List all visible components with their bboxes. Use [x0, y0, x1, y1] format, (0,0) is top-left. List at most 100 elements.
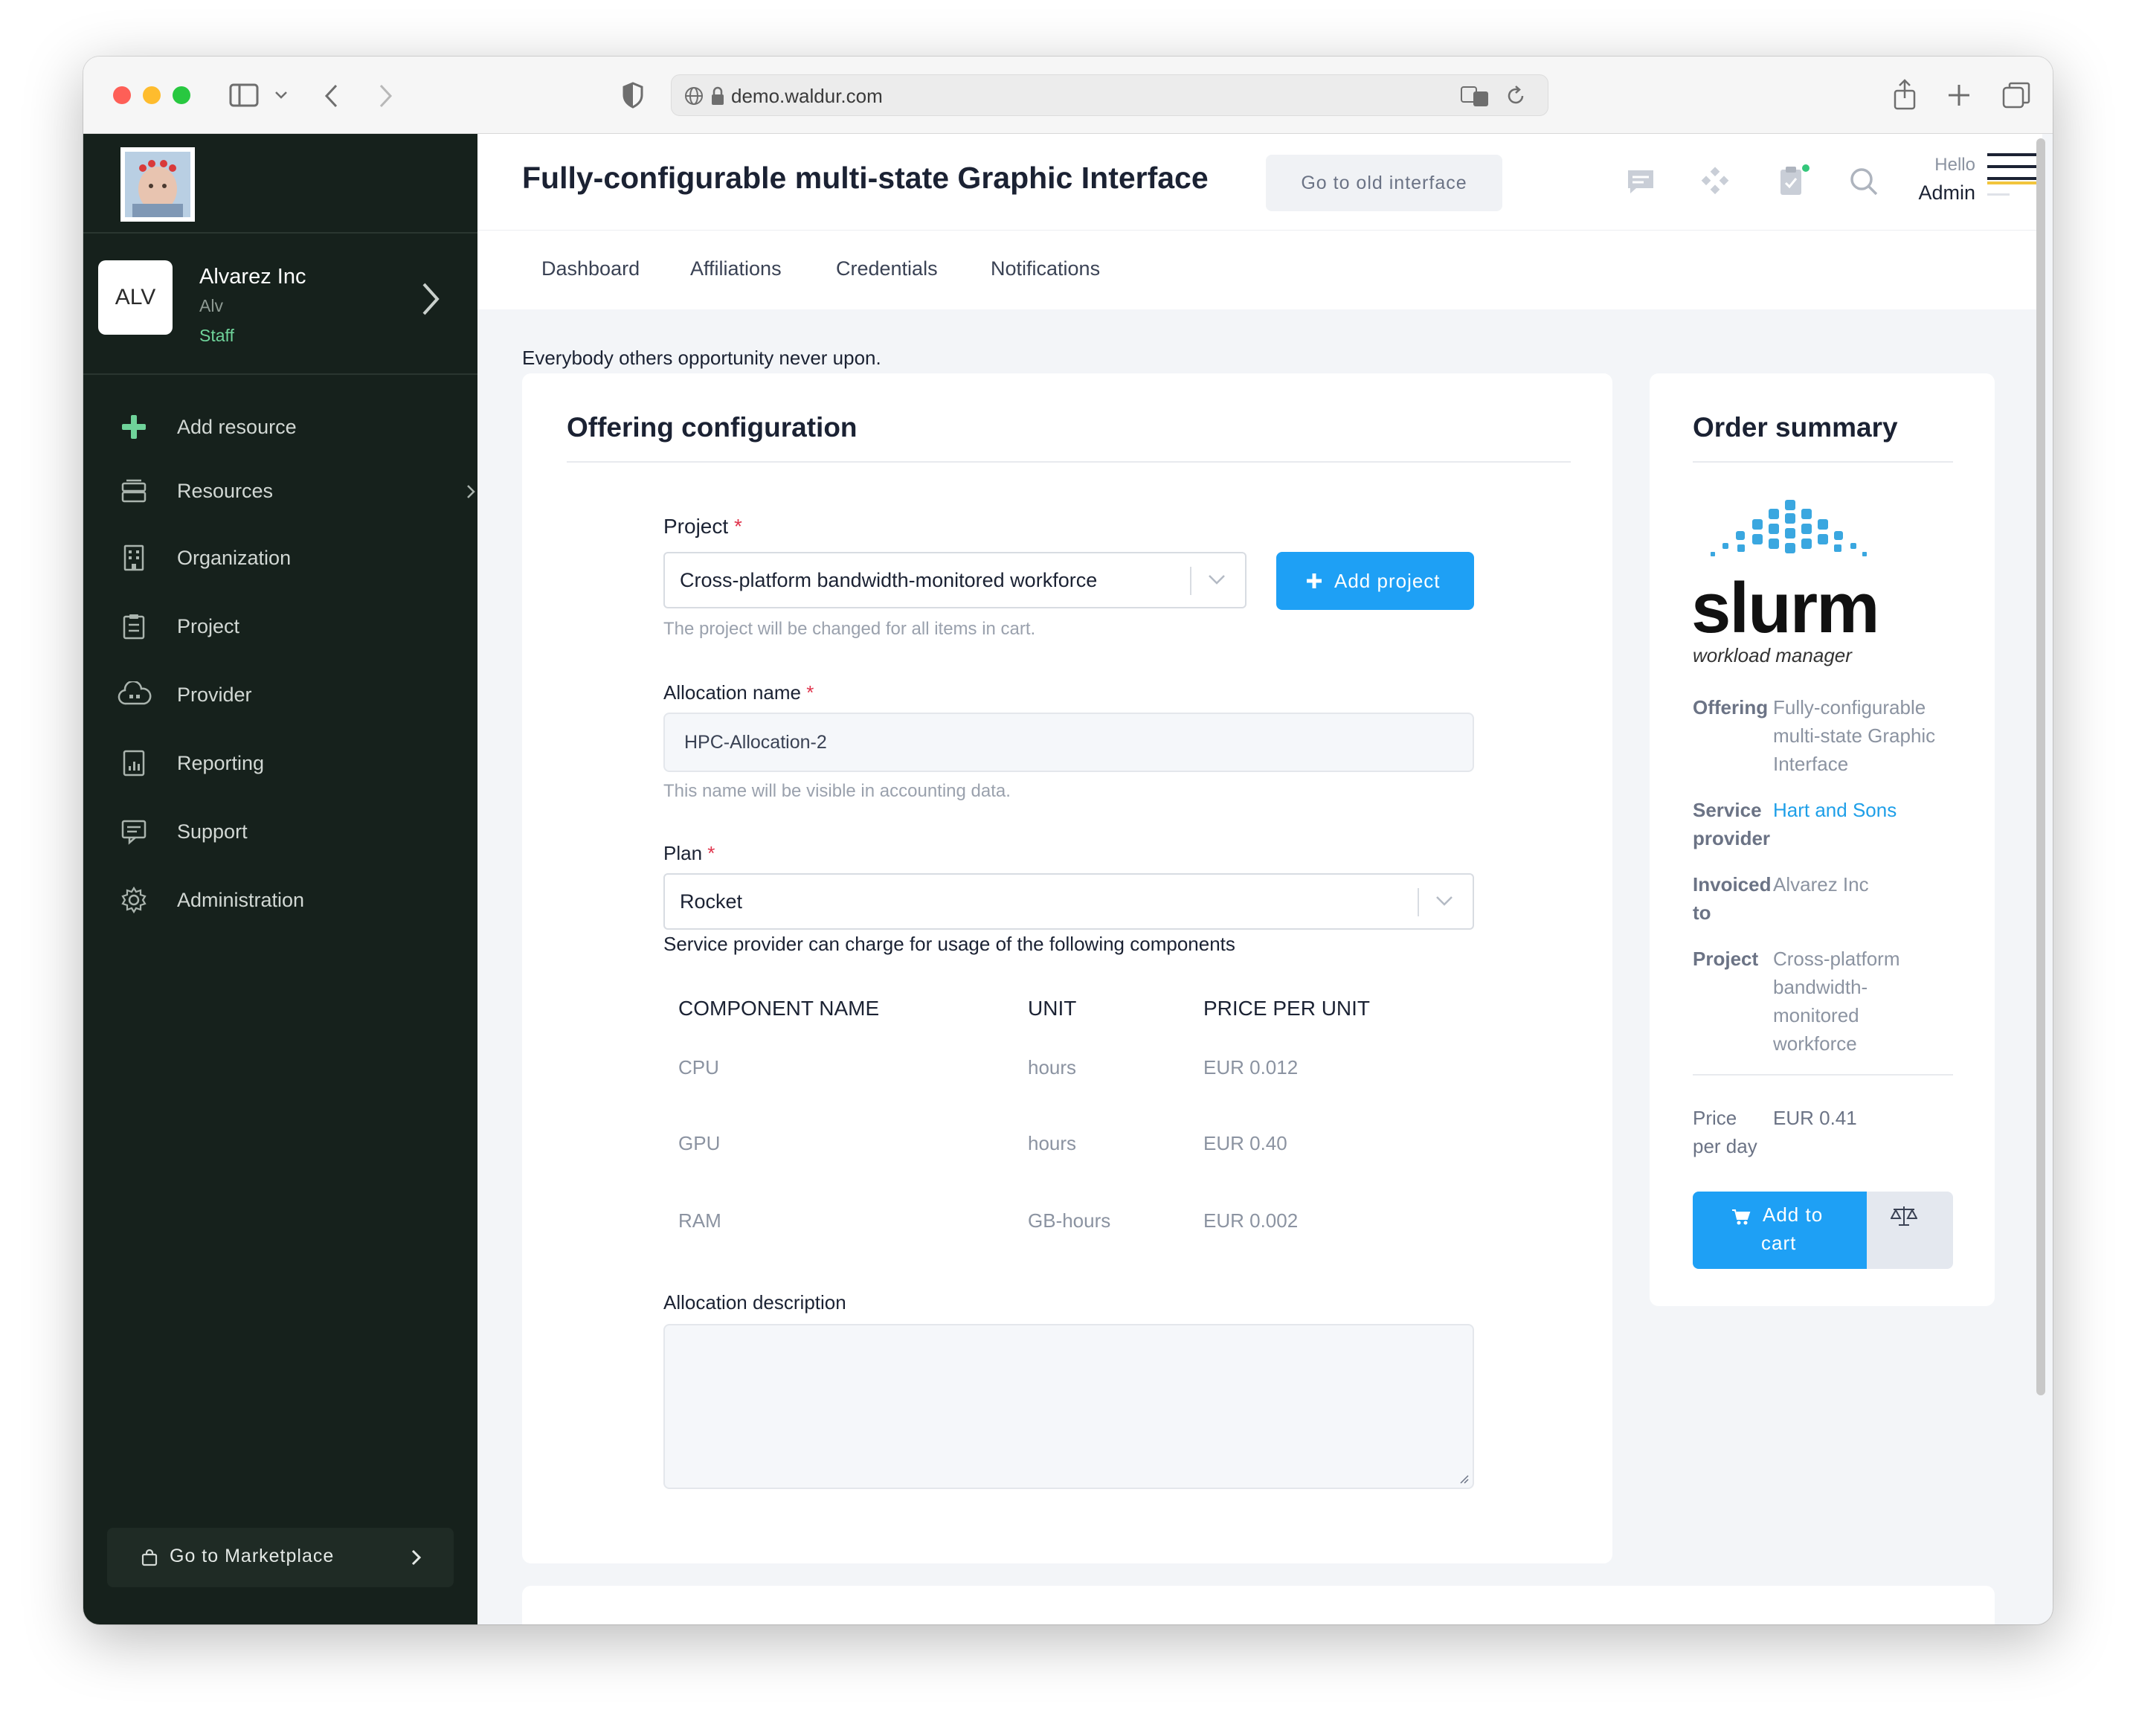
summary-offering-value: Fully-configurable [1773, 696, 1926, 718]
add-to-cart-button[interactable]: Add to cart [1693, 1192, 1867, 1269]
summary-price-key: Price [1693, 1107, 1737, 1129]
summary-provider-key: provider [1693, 827, 1771, 849]
sidebar-item-label: Administration [177, 889, 305, 911]
summary-project-value: bandwidth- [1773, 976, 1868, 998]
plus-icon [122, 415, 146, 439]
tab-affiliations[interactable]: Affiliations [690, 257, 782, 280]
summary-offering-value: Interface [1773, 753, 1849, 775]
allocation-description-textarea[interactable] [663, 1324, 1474, 1489]
sidebar-item-provider[interactable]: Provider [118, 672, 448, 717]
table-cell: hours [1028, 1056, 1077, 1078]
role-badge: Staff [199, 326, 234, 345]
hello-label: Hello [1934, 155, 1975, 175]
balance-scale-icon [1891, 1206, 1917, 1226]
select-separator [1418, 888, 1419, 916]
back-icon[interactable] [323, 83, 341, 109]
project-select-value: Cross-platform bandwidth-monitored workf… [680, 569, 1098, 591]
table-header-unit: UNIT [1028, 997, 1077, 1020]
summary-project-value: Cross-platform [1773, 948, 1900, 970]
select-separator [1190, 567, 1191, 595]
plan-select[interactable]: Rocket [663, 873, 1474, 930]
project-help-text: The project will be changed for all item… [663, 619, 1036, 639]
tab-credentials[interactable]: Credentials [836, 257, 938, 280]
sidebar-item-reporting[interactable]: Reporting [120, 741, 448, 785]
summary-offering-value: multi-state Graphic [1773, 724, 1936, 747]
sidebar-item-label: Add resource [177, 416, 297, 438]
shield-icon[interactable] [622, 82, 644, 109]
tabs-overview-icon[interactable] [2002, 82, 2030, 109]
order-summary-title: Order summary [1693, 412, 1898, 443]
project-label: Project * [663, 515, 742, 538]
plan-components-note: Service provider can charge for usage of… [663, 933, 1235, 955]
page-header: Fully-configurable multi-state Graphic I… [477, 134, 2042, 231]
search-icon[interactable] [1849, 167, 1879, 196]
organization-badge[interactable]: ALV [98, 260, 173, 335]
sidebar-toggle-icon[interactable] [229, 83, 259, 107]
sidebar-item-label: Support [177, 820, 248, 843]
forward-icon[interactable] [376, 83, 394, 109]
tab-dashboard[interactable]: Dashboard [541, 257, 640, 280]
chevron-right-icon[interactable] [419, 281, 442, 317]
card-divider [567, 461, 1571, 463]
table-cell: GB-hours [1028, 1209, 1111, 1232]
order-summary-card: Order summary slurm workload manager Off… [1650, 373, 1995, 1306]
organization-logo[interactable] [120, 147, 195, 222]
page-scrollbar[interactable] [2036, 138, 2045, 1395]
summary-project-key: Project [1693, 948, 1759, 970]
share-icon[interactable] [1892, 79, 1917, 110]
page-title: Fully-configurable multi-state Graphic I… [522, 161, 1209, 195]
user-name[interactable]: Admin [1891, 181, 1975, 205]
sidebar-item-label: Reporting [177, 752, 265, 774]
plus-icon [1307, 573, 1322, 588]
allocation-name-label: Allocation name * [663, 681, 814, 704]
organization-abbr: Alv [199, 296, 223, 315]
tab-bar: Dashboard Affiliations Credentials Notif… [477, 231, 2042, 309]
sidebar-item-add-resource[interactable]: Add resource [120, 405, 448, 449]
resize-handle-icon[interactable] [1459, 1474, 1470, 1485]
translate-icon[interactable] [1460, 84, 1490, 108]
task-clipboard-icon[interactable] [1778, 164, 1810, 198]
add-project-button[interactable]: Add project [1276, 552, 1474, 610]
main-content: Everybody others opportunity never upon.… [477, 309, 2042, 1624]
chat-icon[interactable] [1626, 168, 1656, 196]
summary-invoiced-value: Alvarez Inc [1773, 873, 1869, 896]
minimize-window-button[interactable] [143, 86, 161, 104]
sidebar-item-support[interactable]: Support [120, 809, 448, 854]
compare-button[interactable] [1867, 1192, 1953, 1269]
chevron-down-icon [1209, 575, 1225, 585]
address-bar[interactable]: demo.waldur.com [671, 74, 1548, 116]
summary-provider-link[interactable]: Hart and Sons [1773, 796, 1897, 824]
shopping-bag-icon [141, 1549, 158, 1566]
sidebar-item-label: Organization [177, 547, 292, 569]
clipboard-icon [123, 614, 145, 640]
table-header-component: COMPONENT NAME [678, 997, 880, 1020]
sidebar-item-resources[interactable]: Resources [120, 469, 475, 513]
building-icon [123, 544, 144, 571]
card-divider [1693, 1074, 1953, 1076]
card-divider [1693, 461, 1953, 463]
sidebar-item-administration[interactable]: Administration [120, 878, 448, 922]
allocation-name-input[interactable]: HPC-Allocation-2 [663, 713, 1474, 772]
chevron-down-icon[interactable] [274, 89, 289, 101]
url-text: demo.waldur.com [731, 85, 883, 107]
table-header-price: PRICE PER UNIT [1203, 997, 1371, 1020]
browser-toolbar: demo.waldur.com [83, 57, 2053, 134]
chevron-down-icon [1436, 896, 1453, 906]
close-window-button[interactable] [113, 86, 131, 104]
organization-name[interactable]: Alvarez Inc [199, 265, 306, 289]
go-to-marketplace-button[interactable]: Go to Marketplace [107, 1528, 454, 1587]
sidebar-item-project[interactable]: Project [120, 604, 448, 649]
new-tab-icon[interactable] [1947, 83, 1971, 107]
zoom-window-button[interactable] [173, 86, 190, 104]
tab-notifications[interactable]: Notifications [991, 257, 1100, 280]
sidebar-item-organization[interactable]: Organization [120, 536, 448, 580]
summary-provider-key: Service [1693, 799, 1762, 821]
reload-icon[interactable] [1505, 84, 1527, 108]
sidebar-item-label: Resources [177, 480, 274, 502]
offering-configuration-card: Offering configuration Project * Cross-p… [522, 373, 1612, 1563]
user-avatar[interactable] [1986, 150, 2042, 205]
diamond-grid-icon[interactable] [1700, 167, 1730, 196]
offering-intro-text: Everybody others opportunity never upon. [522, 347, 881, 369]
old-interface-button[interactable]: Go to old interface [1266, 155, 1502, 211]
project-select[interactable]: Cross-platform bandwidth-monitored workf… [663, 552, 1246, 608]
